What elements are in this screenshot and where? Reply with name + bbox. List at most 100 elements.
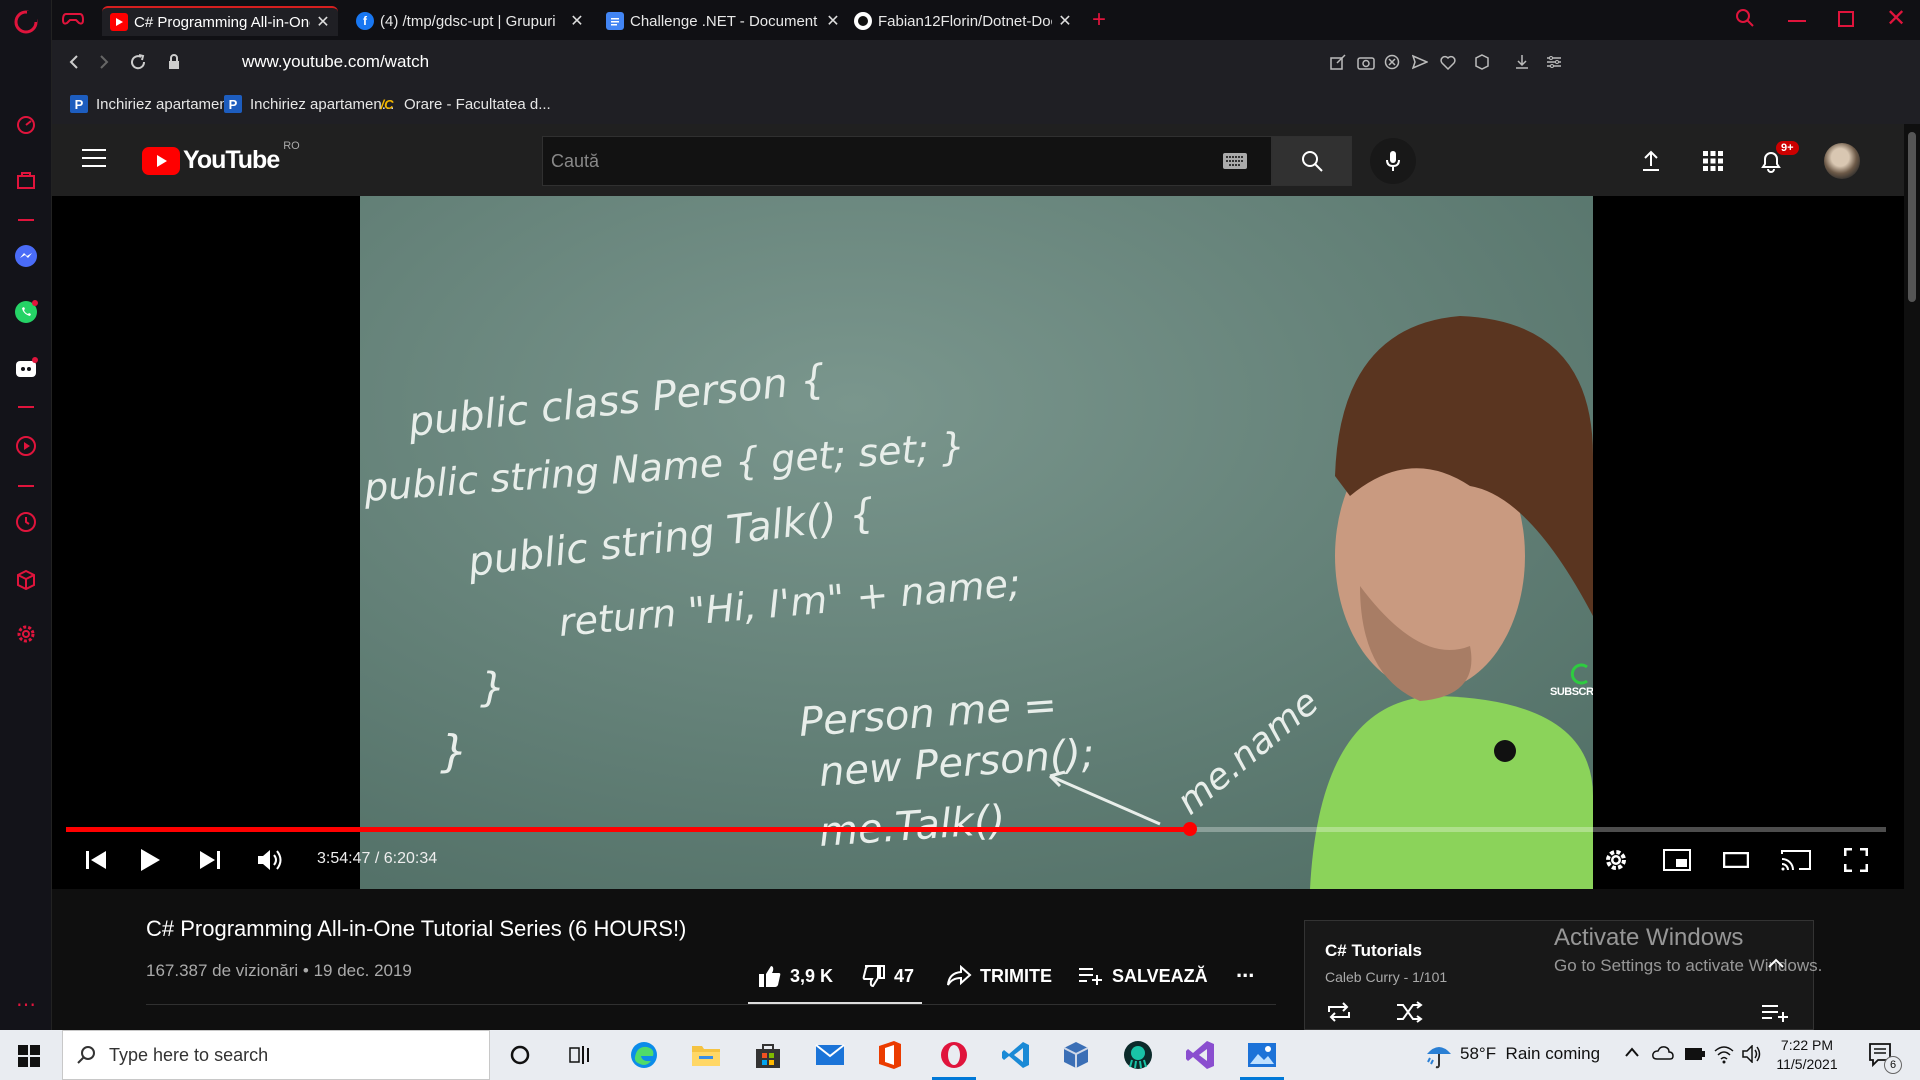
previous-button[interactable] [74,840,118,880]
history-icon[interactable] [12,508,40,536]
create-upload-icon[interactable] [1636,146,1666,176]
close-tab-icon[interactable]: ✕ [316,12,330,32]
play-button[interactable] [128,840,172,880]
keyboard-icon[interactable] [1223,153,1247,169]
onedrive-icon[interactable] [1652,1045,1674,1061]
discord-icon[interactable] [12,355,40,383]
scrollbar-thumb[interactable] [1908,132,1916,302]
extension-cube-icon[interactable] [1470,50,1494,74]
messenger-icon[interactable] [12,242,40,270]
theater-mode-button[interactable] [1714,840,1758,880]
playlist-title[interactable]: C# Tutorials [1325,941,1422,961]
save-button[interactable]: SALVEAZĂ [1078,959,1208,993]
save-playlist-icon[interactable] [1761,1003,1789,1023]
photos-icon[interactable] [1234,1030,1290,1080]
docs-favicon-icon [606,12,624,30]
tray-chevron-icon[interactable] [1624,1046,1640,1058]
new-tab-icon[interactable]: + [1092,6,1106,34]
progress-scrubber[interactable] [1183,822,1198,836]
miniplayer-button[interactable] [1655,840,1699,880]
dislike-button[interactable]: 47 [862,959,914,993]
visual-studio-icon[interactable] [1172,1030,1228,1080]
close-tab-icon[interactable]: ✕ [570,11,584,31]
windows-start-icon[interactable] [18,1045,40,1067]
avatar[interactable] [1824,143,1860,179]
player-icon[interactable] [12,432,40,460]
edge-browser-icon[interactable] [616,1030,672,1080]
search-input[interactable]: Caută [542,136,1272,186]
reload-icon[interactable] [126,50,150,74]
task-view-icon[interactable] [552,1030,608,1080]
more-actions-button[interactable]: ... [1236,953,1254,987]
tab-github[interactable]: Fabian12Florin/Dotnet-Doc ✕ [846,6,1080,36]
weather-widget[interactable]: 58°F Rain coming [1460,1044,1600,1064]
apps-grid-icon[interactable] [1698,146,1728,176]
bookmark-item[interactable]: P Inchiriez apartamen... [224,92,394,116]
camera-icon[interactable] [1354,50,1378,74]
subscribe-watermark[interactable]: SUBSCRIBE [1550,662,1593,698]
wifi-icon[interactable] [1714,1044,1734,1064]
hamburger-menu-icon[interactable] [82,148,106,168]
snapshot-edit-icon[interactable] [1326,50,1350,74]
office-icon[interactable] [862,1030,918,1080]
gamepad-icon[interactable] [62,8,86,30]
voice-search-button[interactable] [1370,138,1416,184]
sidebar-more-icon[interactable]: ⋯ [12,990,40,1018]
speaker-icon[interactable] [1742,1045,1762,1063]
gitkraken-icon[interactable] [1110,1030,1166,1080]
whiteboard-line: } [480,665,505,711]
settings-icon[interactable] [12,620,40,648]
page-scrollbar[interactable] [1904,124,1920,1030]
download-icon[interactable] [1510,50,1534,74]
next-button[interactable] [188,840,232,880]
url-field[interactable]: www.youtube.com/watch [242,52,429,72]
close-tab-icon[interactable]: ✕ [1058,11,1072,31]
shuffle-icon[interactable] [1395,1001,1423,1023]
speed-dial-icon[interactable] [12,110,40,138]
search-button[interactable] [1272,136,1352,186]
settings-button[interactable] [1594,840,1638,880]
bookmark-item[interactable]: P Inchiriez apartamen... [70,92,240,116]
shopping-bag-icon[interactable] [12,166,40,194]
fullscreen-button[interactable] [1834,840,1878,880]
video-player[interactable]: public class Person { public string Name… [52,196,1904,889]
forward-icon[interactable] [92,50,116,74]
share-button[interactable]: TRIMITE [946,959,1052,993]
like-button[interactable]: 3,9 K [758,959,833,993]
adblock-icon[interactable] [1380,50,1404,74]
cortana-icon[interactable] [492,1030,548,1080]
volume-button[interactable] [248,840,292,880]
extensions-icon[interactable] [12,566,40,594]
file-explorer-icon[interactable] [678,1030,734,1080]
opera-menu-icon[interactable] [12,8,40,36]
taskbar-search-input[interactable]: Type here to search [62,1030,490,1080]
mail-icon[interactable] [802,1030,858,1080]
progress-bar[interactable] [66,822,1886,836]
microsoft-store-icon[interactable] [740,1030,796,1080]
tab-youtube[interactable]: C# Programming All-in-One ✕ [102,6,338,36]
back-icon[interactable] [62,50,86,74]
video-frame[interactable]: public class Person { public string Name… [360,196,1593,889]
virtualbox-icon[interactable] [1048,1030,1104,1080]
loop-playlist-icon[interactable] [1325,1001,1353,1023]
close-window-icon[interactable]: ✕ [1886,4,1906,33]
tab-search-icon[interactable] [1735,8,1755,28]
cast-button[interactable] [1774,840,1818,880]
fullscreen-icon [1844,848,1868,872]
restore-icon[interactable] [1838,11,1854,27]
youtube-logo[interactable]: YouTube RO [142,140,300,175]
weather-icon[interactable] [1424,1040,1454,1070]
close-tab-icon[interactable]: ✕ [826,11,840,31]
tab-docs[interactable]: Challenge .NET - Document ✕ [598,6,848,36]
heart-icon[interactable] [1436,50,1460,74]
easy-setup-icon[interactable] [1542,50,1566,74]
send-icon[interactable] [1408,50,1432,74]
opera-taskbar-icon[interactable] [926,1030,982,1080]
vscode-icon[interactable] [988,1030,1044,1080]
whatsapp-icon[interactable] [12,298,40,326]
bookmark-item[interactable]: /C Orare - Facultatea d... [378,92,551,116]
tab-facebook[interactable]: f (4) /tmp/gdsc-upt | Grupuri ✕ [348,6,592,36]
battery-icon[interactable] [1684,1047,1706,1061]
taskbar-clock[interactable]: 7:22 PM 11/5/2021 [1762,1036,1852,1074]
minimize-icon[interactable] [1788,20,1806,22]
